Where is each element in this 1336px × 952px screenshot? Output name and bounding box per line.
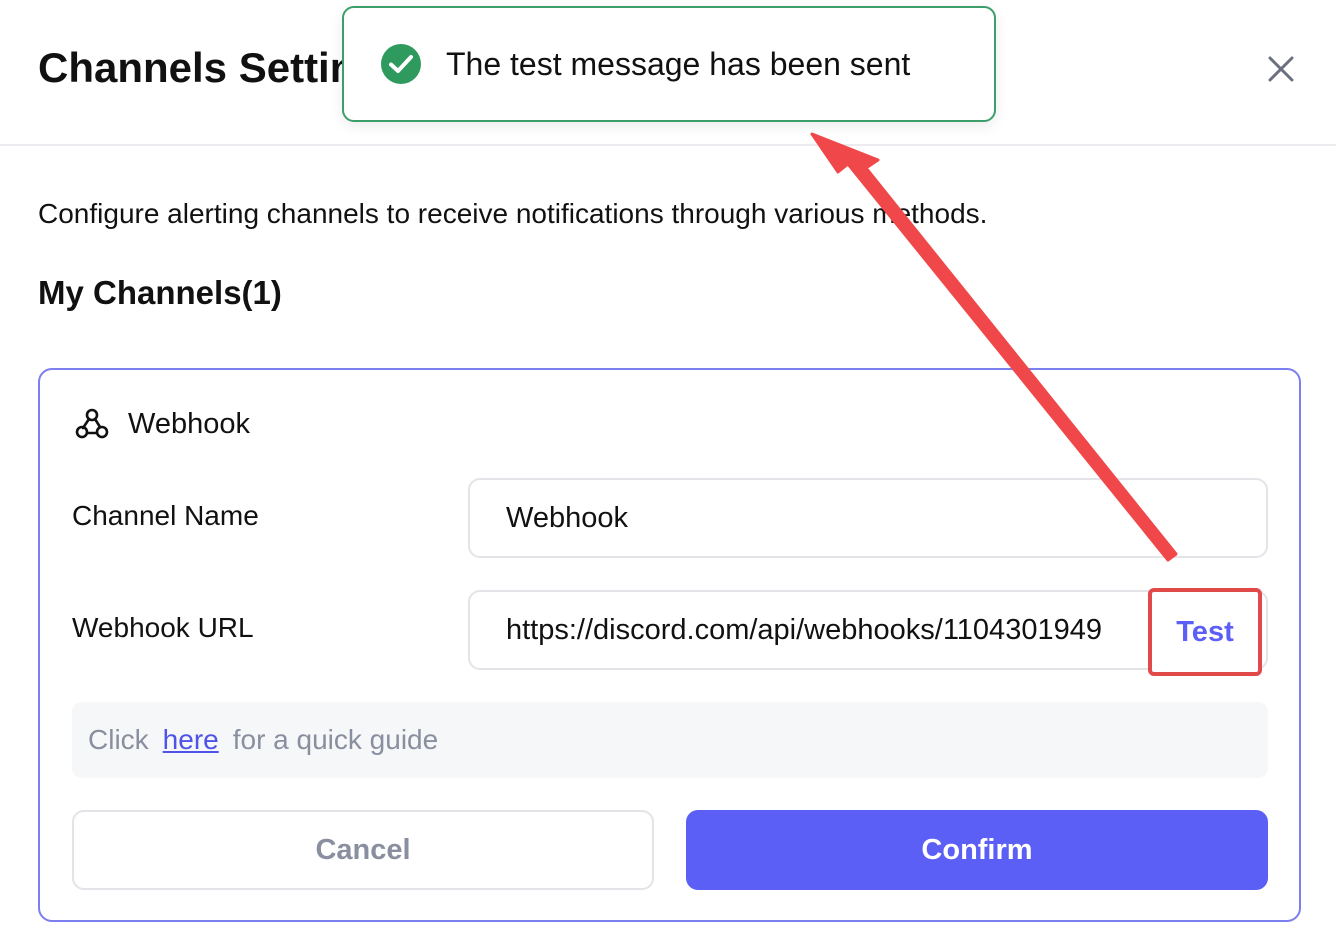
close-button[interactable] [1262,50,1300,88]
webhook-icon [75,408,109,439]
toast-notification: The test message has been sent [342,6,996,122]
cancel-button[interactable]: Cancel [72,810,654,890]
check-circle-icon [381,44,421,84]
channel-name-label: Channel Name [72,500,259,531]
my-channels-heading: My Channels(1) [38,274,282,311]
channel-card: Webhook Channel Name Webhook Webhook URL… [38,368,1301,922]
webhook-url-value: https://discord.com/api/webhooks/1104301… [506,613,1102,646]
close-icon [1268,56,1294,82]
channel-type-label: Webhook [128,407,250,440]
guide-suffix: for a quick guide [232,724,439,755]
confirm-button[interactable]: Confirm [686,810,1268,890]
guide-link[interactable]: here [163,724,219,756]
channel-type-header: Webhook [74,406,250,442]
quick-guide-hint: Click here for a quick guide [72,702,1268,778]
channels-settings-dialog: Channels Settings Configure alerting cha… [0,0,1336,952]
webhook-url-label: Webhook URL [72,612,254,643]
test-button[interactable]: Test [1148,588,1262,676]
dialog-description: Configure alerting channels to receive n… [38,198,988,229]
toast-message: The test message has been sent [446,45,911,82]
guide-prefix: Click [88,724,149,755]
channel-name-input[interactable]: Webhook [468,478,1268,558]
channel-name-value: Webhook [506,501,628,534]
